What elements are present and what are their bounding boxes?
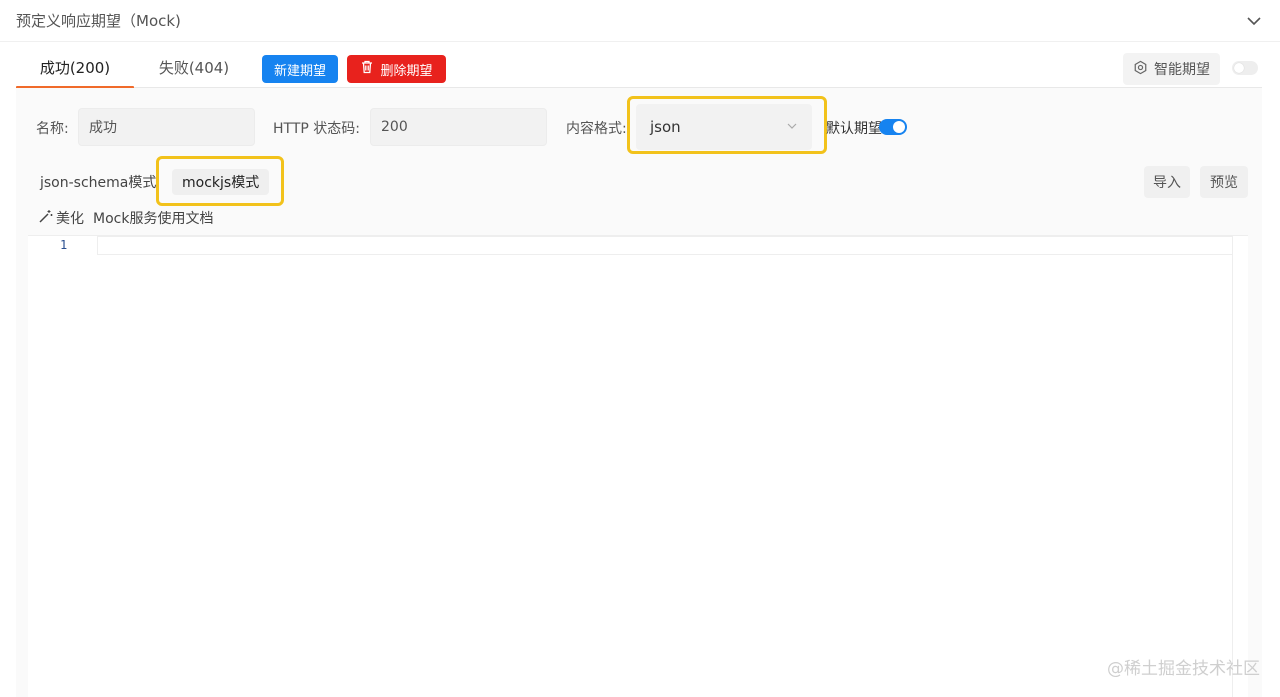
line-number: 1 xyxy=(60,238,68,252)
import-button[interactable]: 导入 xyxy=(1144,166,1190,198)
content-format-value: json xyxy=(650,118,681,136)
status-code-field[interactable]: 200 xyxy=(370,108,547,146)
content-format-label: 内容格式: xyxy=(566,121,627,137)
smart-expectation-label: 智能期望 xyxy=(1154,62,1210,78)
response-tabs: 成功(200) 失败(404) xyxy=(16,50,1262,89)
editor-scrollbar[interactable] xyxy=(1232,236,1248,697)
section-title: 预定义响应期望（Mock) xyxy=(16,12,181,30)
trash-icon xyxy=(360,60,374,78)
status-code-value: 200 xyxy=(381,119,408,135)
delete-expectation-label: 删除期望 xyxy=(380,63,433,79)
default-expectation-toggle[interactable] xyxy=(879,119,907,135)
tab-success[interactable]: 成功(200) xyxy=(16,50,134,89)
import-label: 导入 xyxy=(1153,175,1181,191)
tab-success-label: 成功(200) xyxy=(39,59,111,77)
tab-failure-label: 失败(404) xyxy=(158,59,230,77)
code-editor[interactable]: 1 xyxy=(28,235,1248,697)
preview-button[interactable]: 预览 xyxy=(1200,166,1248,198)
magic-wand-icon xyxy=(38,208,54,228)
chevron-down-icon[interactable] xyxy=(1244,11,1264,31)
name-label: 名称: xyxy=(36,121,69,137)
preview-label: 预览 xyxy=(1210,175,1238,191)
beautify-label: 美化 xyxy=(56,211,84,227)
mode-mockjs[interactable]: mockjs模式 xyxy=(172,169,270,195)
settings-icon xyxy=(1133,60,1148,79)
default-expectation-label: 默认期望 xyxy=(826,121,882,137)
section-header[interactable]: 预定义响应期望（Mock) xyxy=(0,0,1280,42)
mode-json-schema[interactable]: json-schema模式 xyxy=(40,172,156,192)
tab-failure[interactable]: 失败(404) xyxy=(146,50,242,88)
name-value: 成功 xyxy=(89,120,117,136)
new-expectation-button[interactable]: 新建期望 xyxy=(262,55,338,83)
status-code-label: HTTP 状态码: xyxy=(273,121,360,137)
editor-active-line[interactable] xyxy=(97,236,1248,255)
name-field[interactable]: 成功 xyxy=(78,108,255,146)
beautify-button[interactable]: 美化 xyxy=(38,208,84,228)
content-format-select[interactable]: json xyxy=(636,104,812,150)
watermark: @稀土掘金技术社区 xyxy=(1107,659,1260,679)
new-expectation-label: 新建期望 xyxy=(273,63,326,79)
chevron-down-icon xyxy=(786,118,798,136)
editor-gutter: 1 xyxy=(28,236,96,697)
smart-expectation-toggle[interactable] xyxy=(1232,61,1258,75)
mock-docs-link[interactable]: Mock服务使用文档 xyxy=(93,208,213,228)
smart-expectation-button[interactable]: 智能期望 xyxy=(1123,53,1220,85)
delete-expectation-button[interactable]: 删除期望 xyxy=(347,55,446,83)
